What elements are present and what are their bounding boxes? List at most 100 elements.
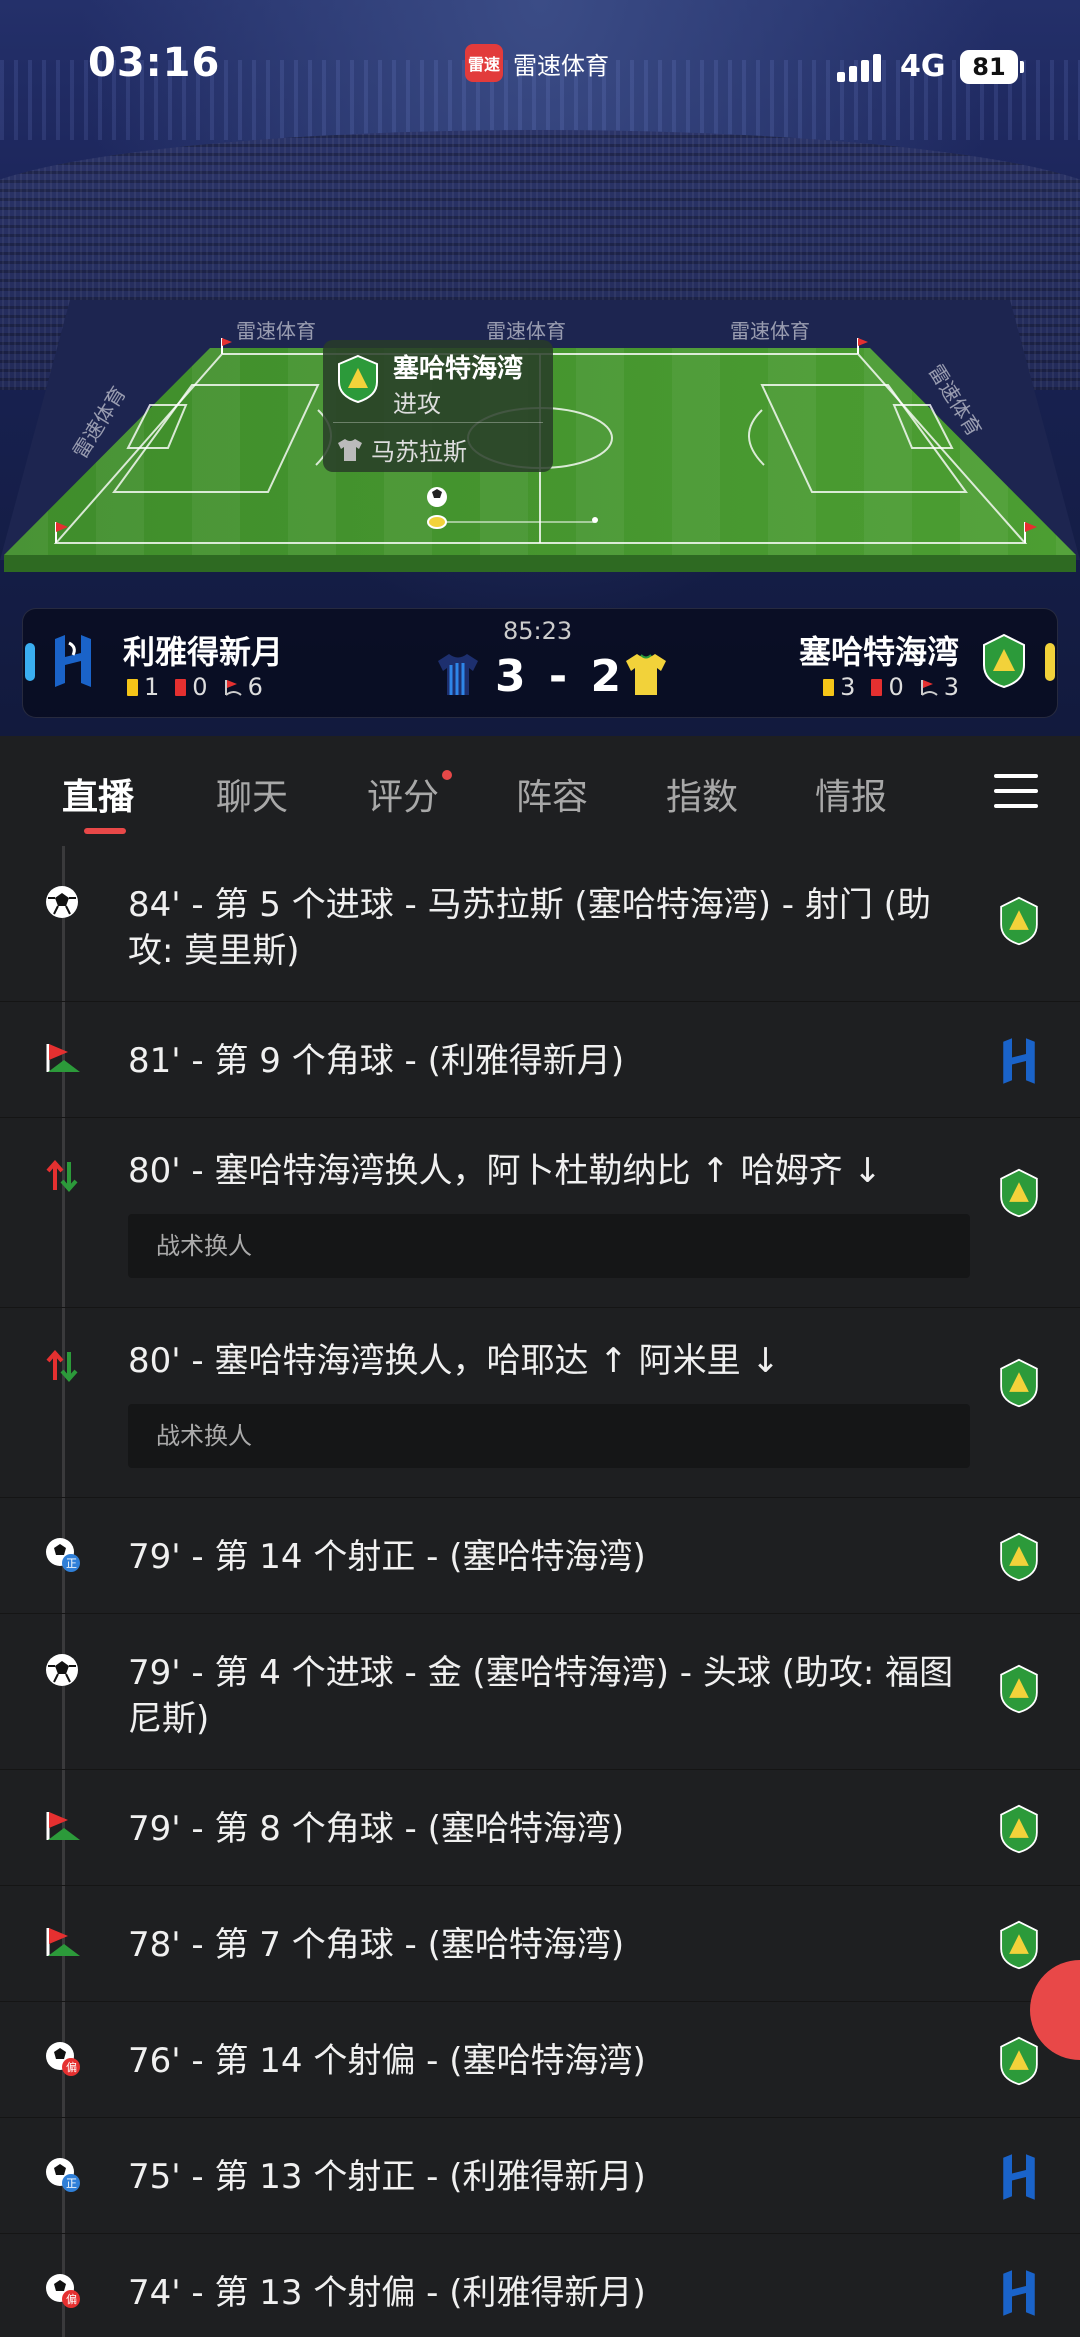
svg-text:偏: 偏 bbox=[66, 2292, 77, 2306]
timeline-event[interactable]: 79' - 第 4 个进球 - 金 (塞哈特海湾) - 头球 (助攻: 福图尼斯… bbox=[0, 1614, 1080, 1770]
home-team-logo-icon bbox=[1003, 2270, 1035, 2316]
home-stats: 1 0 6 bbox=[127, 673, 263, 701]
away-team-logo-icon bbox=[1000, 1358, 1038, 1408]
timeline-event[interactable]: 84' - 第 5 个进球 - 马苏拉斯 (塞哈特海湾) - 射门 (助攻: 莫… bbox=[0, 846, 1080, 1002]
menu-icon[interactable] bbox=[994, 774, 1038, 810]
tab-odds[interactable]: 指数 bbox=[666, 768, 738, 820]
event-text: 80' - 塞哈特海湾换人，哈耶达 ↑ 阿米里 ↓ bbox=[128, 1341, 780, 1381]
timeline-event[interactable]: 偏 74' - 第 13 个射偏 - (利雅得新月) bbox=[0, 2234, 1080, 2337]
event-team: 塞哈特海湾 bbox=[393, 354, 524, 384]
away-team-logo-icon bbox=[1000, 1168, 1038, 1218]
timeline-event[interactable]: 正 75' - 第 13 个射正 - (利雅得新月) bbox=[0, 2118, 1080, 2234]
event-text: 78' - 第 7 个角球 - (塞哈特海湾) bbox=[128, 1925, 625, 1965]
signal-icon bbox=[837, 52, 881, 82]
live-event-card: 塞哈特海湾 进攻 马苏拉斯 bbox=[323, 340, 553, 472]
home-team-logo-icon bbox=[55, 635, 91, 687]
svg-text:正: 正 bbox=[66, 1557, 77, 1570]
timeline-event[interactable]: 80' - 塞哈特海湾换人，哈耶达 ↑ 阿米里 ↓ 战术换人 bbox=[0, 1308, 1080, 1498]
away-kit-icon bbox=[626, 654, 666, 695]
event-text: 79' - 第 4 个进球 - 金 (塞哈特海湾) - 头球 (助攻: 福图尼斯… bbox=[128, 1653, 954, 1739]
jersey-icon bbox=[338, 438, 362, 461]
shot-off-target-icon: 偏 bbox=[46, 2274, 80, 2308]
away-team-name: 塞哈特海湾 bbox=[798, 633, 959, 671]
timeline-event[interactable]: 79' - 第 8 个角球 - (塞哈特海湾) bbox=[0, 1770, 1080, 1886]
tab-bar: 直播 聊天 评分 阵容 指数 情报 bbox=[0, 736, 1080, 846]
event-text: 81' - 第 9 个角球 - (利雅得新月) bbox=[128, 1041, 625, 1081]
away-team-logo-icon bbox=[1000, 1664, 1038, 1714]
event-text: 74' - 第 13 个射偏 - (利雅得新月) bbox=[128, 2273, 646, 2313]
away-team-logo-icon bbox=[1000, 1920, 1038, 1970]
corner-flag-icon bbox=[224, 680, 242, 696]
substitution-icon bbox=[46, 1349, 78, 1383]
tab-lineup[interactable]: 阵容 bbox=[516, 768, 588, 820]
shot-on-target-icon: 正 bbox=[46, 2158, 80, 2192]
substitution-icon bbox=[46, 1159, 78, 1193]
timeline-event[interactable]: 偏 76' - 第 14 个射偏 - (塞哈特海湾) bbox=[0, 2002, 1080, 2118]
red-card-icon bbox=[871, 678, 883, 696]
ad-board-text: 雷速体育 bbox=[730, 319, 810, 343]
red-card-icon bbox=[175, 678, 187, 696]
corner-icon bbox=[46, 1928, 80, 1956]
event-note: 战术换人 bbox=[128, 1404, 970, 1468]
goal-icon bbox=[46, 886, 78, 918]
home-accent bbox=[25, 643, 35, 681]
active-tab-indicator bbox=[84, 828, 126, 834]
ad-board-text: 雷速体育 bbox=[236, 319, 316, 343]
away-red-count: 0 bbox=[888, 673, 904, 701]
event-text: 76' - 第 14 个射偏 - (塞哈特海湾) bbox=[128, 2041, 646, 2081]
tab-ratings[interactable]: 评分 bbox=[367, 768, 439, 820]
event-text: 79' - 第 14 个射正 - (塞哈特海湾) bbox=[128, 1537, 646, 1577]
away-team-logo-icon bbox=[983, 633, 1025, 689]
yellow-card-icon bbox=[823, 678, 835, 696]
timeline-event[interactable]: 80' - 塞哈特海湾换人，阿卜杜勒纳比 ↑ 哈姆齐 ↓ 战术换人 bbox=[0, 1118, 1080, 1308]
home-yellow-count: 1 bbox=[144, 673, 160, 701]
away-yellow-count: 3 bbox=[840, 673, 856, 701]
timeline-event[interactable]: 81' - 第 9 个角球 - (利雅得新月) bbox=[0, 1002, 1080, 1118]
event-text: 75' - 第 13 个射正 - (利雅得新月) bbox=[128, 2157, 646, 2197]
home-team-logo-icon bbox=[1003, 1038, 1035, 1084]
tab-chat[interactable]: 聊天 bbox=[216, 768, 288, 820]
match-score: 3 - 2 bbox=[495, 651, 626, 702]
home-red-count: 0 bbox=[192, 673, 208, 701]
event-action: 进攻 bbox=[393, 390, 441, 418]
away-team-logo-icon bbox=[1000, 2036, 1038, 2086]
event-note: 战术换人 bbox=[128, 1214, 970, 1278]
timeline-event[interactable]: 正 79' - 第 14 个射正 - (塞哈特海湾) bbox=[0, 1498, 1080, 1614]
home-kit-icon bbox=[438, 654, 478, 695]
battery-icon: 81 bbox=[960, 50, 1024, 84]
shot-on-target-icon: 正 bbox=[46, 1538, 80, 1572]
event-timeline: 84' - 第 5 个进球 - 马苏拉斯 (塞哈特海湾) - 射门 (助攻: 莫… bbox=[0, 846, 1080, 2337]
divider bbox=[333, 422, 543, 423]
tab-intel[interactable]: 情报 bbox=[815, 768, 887, 820]
away-corner-count: 3 bbox=[943, 673, 959, 701]
event-text: 79' - 第 8 个角球 - (塞哈特海湾) bbox=[128, 1809, 625, 1849]
notification-dot bbox=[442, 770, 452, 780]
match-clock: 85:23 bbox=[503, 617, 573, 645]
yellow-card-icon bbox=[127, 678, 138, 696]
event-text: 84' - 第 5 个进球 - 马苏拉斯 (塞哈特海湾) - 射门 (助攻: 莫… bbox=[128, 885, 931, 971]
corner-icon bbox=[46, 1812, 80, 1840]
match-header: 雷速体育 雷速体育 雷速体育 雷速体育 雷速体育 03:16 雷速 雷速体育 4… bbox=[0, 0, 1080, 736]
tab-live[interactable]: 直播 bbox=[62, 768, 134, 820]
goal-icon bbox=[46, 1654, 78, 1686]
away-team-logo-icon bbox=[1000, 1532, 1038, 1582]
status-time: 03:16 bbox=[88, 40, 221, 86]
home-corner-count: 6 bbox=[247, 673, 263, 701]
network-type: 4G bbox=[900, 49, 946, 84]
corner-icon bbox=[46, 1044, 80, 1072]
away-team-logo-icon bbox=[1000, 1804, 1038, 1854]
timeline-event[interactable]: 78' - 第 7 个角球 - (塞哈特海湾) bbox=[0, 1886, 1080, 2002]
scoreboard: 利雅得新月 1 0 6 85:23 3 - 2 塞哈特海湾 3 0 3 bbox=[22, 608, 1058, 718]
event-text: 80' - 塞哈特海湾换人，阿卜杜勒纳比 ↑ 哈姆齐 ↓ bbox=[128, 1151, 882, 1191]
shot-off-target-icon: 偏 bbox=[46, 2042, 80, 2076]
away-accent bbox=[1045, 643, 1055, 681]
event-player-row: 马苏拉斯 bbox=[337, 432, 467, 467]
away-team-logo-icon bbox=[338, 354, 378, 404]
app-logo-icon: 雷速 bbox=[465, 44, 503, 82]
event-player: 马苏拉斯 bbox=[371, 438, 467, 466]
away-stats: 3 0 3 bbox=[823, 673, 959, 701]
status-bar: 03:16 雷速 雷速体育 4G 81 bbox=[0, 0, 1080, 130]
away-team-logo-icon bbox=[1000, 896, 1038, 946]
corner-flag-icon bbox=[920, 680, 938, 696]
svg-text:偏: 偏 bbox=[66, 2060, 77, 2074]
